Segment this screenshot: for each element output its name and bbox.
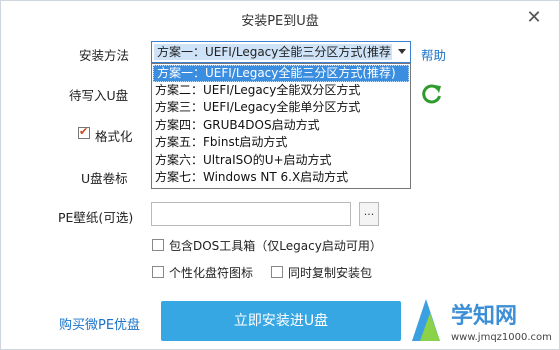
target-u-disk-label: 待写入U盘 [69, 88, 129, 103]
custom-icon-checkbox[interactable] [152, 266, 164, 278]
watermark-logo: 学知网 www.jmqz1000.com [412, 299, 552, 343]
dropdown-option[interactable]: 方案七：Windows NT 6.X启动方式 [152, 169, 410, 186]
copy-package-checkbox[interactable] [271, 266, 283, 278]
dropdown-option[interactable]: 方案二：UEFI/Legacy全能双分区方式 [152, 82, 410, 99]
browse-button[interactable]: ... [359, 202, 379, 226]
dos-toolbox-label: 包含DOS工具箱（仅Legacy启动可用） [169, 239, 382, 253]
format-checkbox[interactable] [78, 125, 90, 139]
combo-selected-text: 方案一：UEFI/Legacy全能三分区方式(推荐) [154, 44, 392, 60]
title-bar: 安装PE到U盘 ✕ [1, 1, 559, 35]
volume-label-label: U盘卷标 [81, 171, 128, 186]
chevron-down-icon[interactable] [398, 49, 406, 54]
watermark-url: www.jmqz1000.com [451, 332, 552, 343]
dropdown-option[interactable]: 方案四：GRUB4DOS启动方式 [152, 117, 410, 134]
buy-usb-link[interactable]: 购买微PE优盘 [59, 314, 140, 333]
help-link[interactable]: 帮助 [421, 45, 446, 64]
window-title: 安装PE到U盘 [241, 14, 319, 29]
dropdown-option[interactable]: 方案五：Fbinst启动方式 [152, 134, 410, 151]
refresh-icon[interactable] [421, 83, 443, 105]
dropdown-option[interactable]: 方案三：UEFI/Legacy全能单分区方式 [152, 99, 410, 116]
dos-toolbox-checkbox[interactable] [152, 239, 164, 251]
install-button[interactable]: 立即安装进U盘 [161, 301, 401, 341]
close-icon[interactable]: ✕ [523, 7, 545, 29]
install-method-label: 安装方法 [79, 48, 130, 63]
dropdown-option[interactable]: 方案一：UEFI/Legacy全能三分区方式(推荐) [153, 65, 409, 82]
format-label: 格式化 [95, 129, 133, 144]
wallpaper-label: PE壁纸(可选) [58, 210, 134, 225]
wallpaper-input[interactable] [151, 202, 351, 226]
install-method-dropdown[interactable]: 方案一：UEFI/Legacy全能三分区方式(推荐) 方案二：UEFI/Lega… [151, 63, 411, 189]
dropdown-option[interactable]: 方案六：UltraISO的U+启动方式 [152, 152, 410, 169]
install-pe-window: 安装PE到U盘 ✕ 安装方法 方案一：UEFI/Legacy全能三分区方式(推荐… [0, 0, 560, 350]
custom-icon-label: 个性化盘符图标 [169, 266, 254, 280]
install-method-combo[interactable]: 方案一：UEFI/Legacy全能三分区方式(推荐) [151, 41, 411, 63]
copy-package-label: 同时复制安装包 [288, 266, 373, 280]
watermark-brand: 学知网 [451, 303, 517, 329]
